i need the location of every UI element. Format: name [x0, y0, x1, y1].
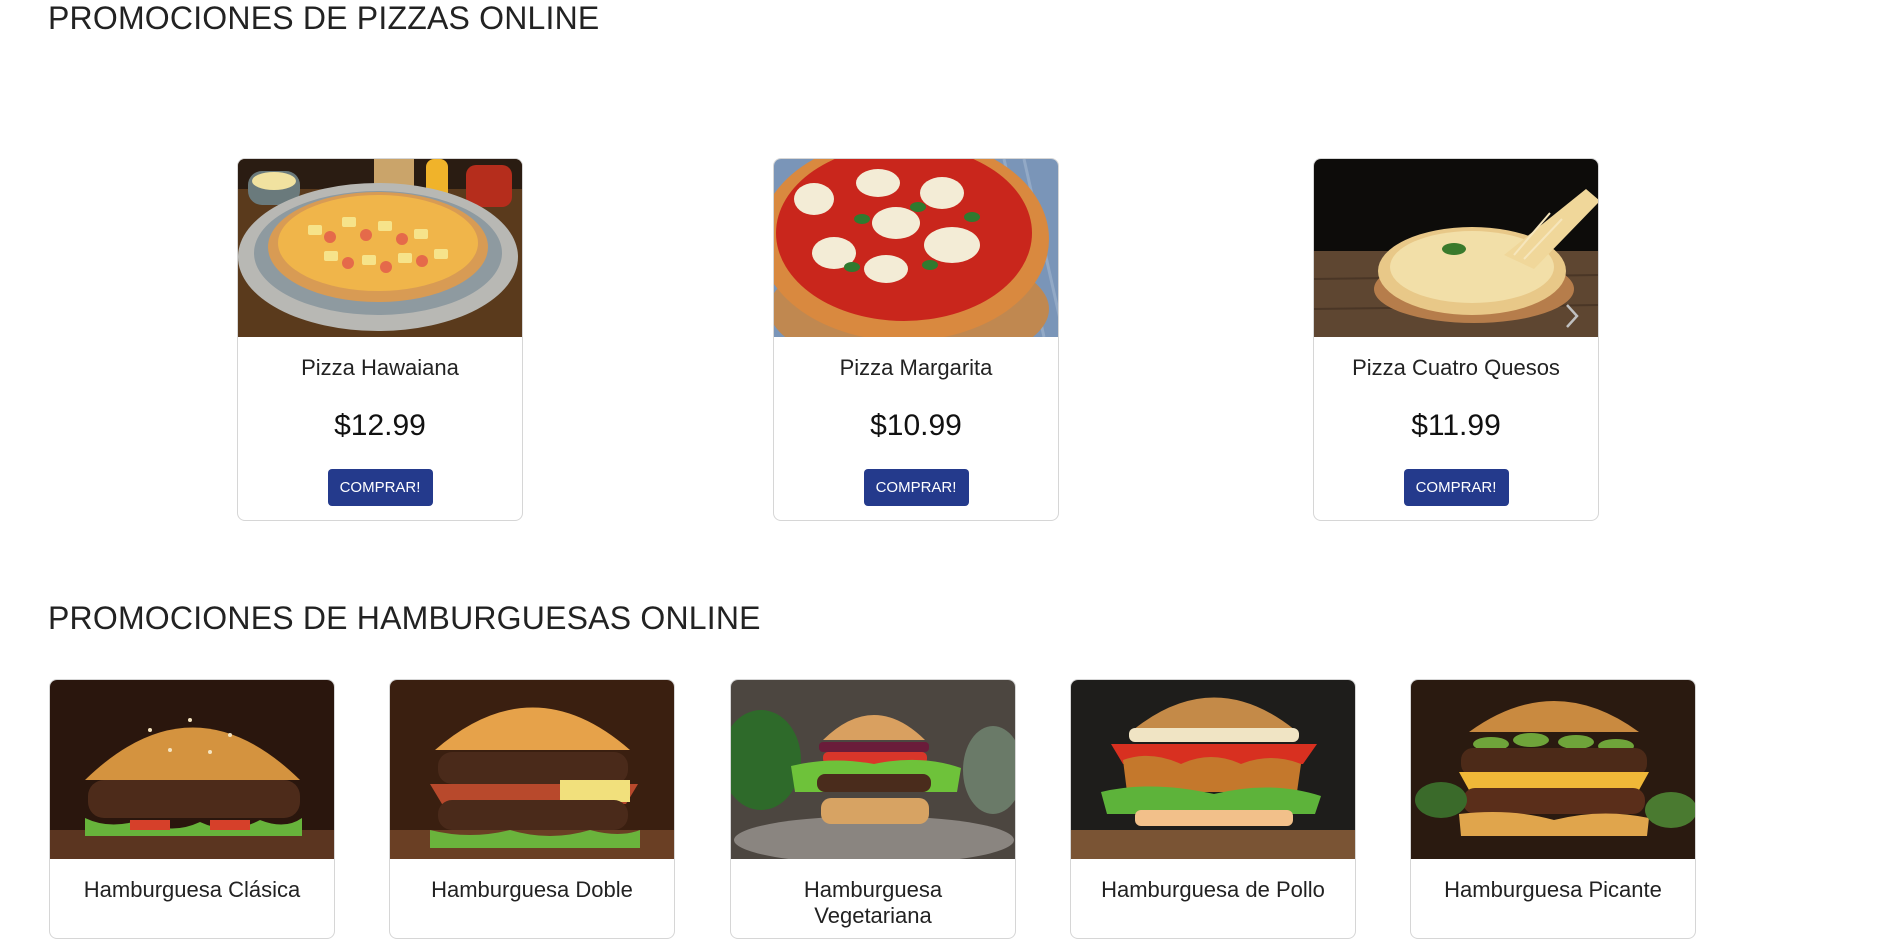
burger-name: Hamburguesa Clásica: [83, 877, 301, 902]
pizza-margarita-image: [774, 159, 1058, 337]
pizza-name: Pizza Cuatro Quesos: [1352, 355, 1560, 380]
pizza-price: $12.99: [334, 409, 426, 443]
pizza-price: $10.99: [870, 409, 962, 443]
burger-card: Hamburguesa de Pollo: [1070, 679, 1356, 939]
burger-card: Hamburguesa Clásica: [49, 679, 335, 939]
burger-name: Hamburguesa Doble: [431, 877, 633, 902]
chevron-right-icon[interactable]: [1560, 299, 1584, 333]
pizza-card: Pizza Margarita $10.99 COMPRAR!: [773, 158, 1059, 521]
pizza-hawaiana-image: [238, 159, 522, 337]
buy-button[interactable]: COMPRAR!: [327, 469, 433, 507]
burger-name: Hamburguesa Vegetariana: [803, 877, 943, 929]
pizza-card: Pizza Hawaiana $12.99 COMPRAR!: [237, 158, 523, 521]
burger-card: Hamburguesa Doble: [389, 679, 675, 939]
pizza-name: Pizza Margarita: [839, 355, 993, 380]
burger-name: Hamburguesa de Pollo: [1101, 877, 1325, 902]
pizza-section-title: PROMOCIONES DE PIZZAS ONLINE: [48, 0, 600, 36]
burger-picante-image: [1411, 680, 1695, 859]
burger-card: Hamburguesa Vegetariana: [730, 679, 1016, 939]
pizza-price: $11.99: [1411, 409, 1501, 443]
pizza-name: Pizza Hawaiana: [301, 355, 459, 380]
pizza-card: Pizza Cuatro Quesos $11.99 COMPRAR!: [1313, 158, 1599, 521]
burger-card: Hamburguesa Picante: [1410, 679, 1696, 939]
buy-button[interactable]: COMPRAR!: [1403, 469, 1509, 507]
burger-clasica-image: [50, 680, 334, 859]
burger-vegetariana-image: [731, 680, 1015, 859]
burger-name: Hamburguesa Picante: [1444, 877, 1662, 902]
burger-doble-image: [390, 680, 674, 859]
burger-section-title: PROMOCIONES DE HAMBURGUESAS ONLINE: [48, 600, 761, 636]
buy-button[interactable]: COMPRAR!: [863, 469, 969, 507]
pizza-cuatro-quesos-image: [1314, 159, 1598, 337]
burger-pollo-image: [1071, 680, 1355, 859]
